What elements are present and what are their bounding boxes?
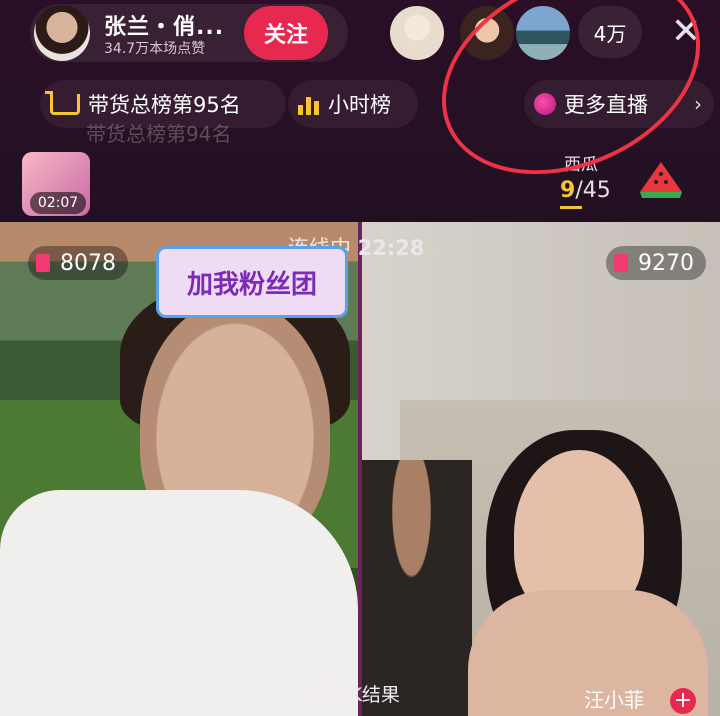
watermelon-progress: 9/45 [560, 178, 611, 203]
watermelon-underline [560, 206, 582, 209]
host-avatar[interactable] [34, 5, 90, 61]
pk-result-label[interactable]: 上场PK结果 [300, 680, 400, 707]
sales-rank-ghost: 带货总榜第94名 [86, 122, 232, 146]
bar-chart-icon [298, 93, 320, 115]
guest-companion [362, 460, 472, 716]
hourly-rank-badge[interactable]: 小时榜 [288, 80, 418, 128]
chevron-right-icon: › [694, 92, 702, 116]
follow-guest-button[interactable]: + [670, 688, 696, 714]
watermelon-icon[interactable] [636, 154, 686, 204]
hourly-rank-label: 小时榜 [328, 93, 391, 117]
guest-score[interactable]: 9270 [606, 246, 706, 280]
fan-badge-icon [36, 254, 50, 272]
host-name[interactable]: 张兰・俏... [104, 9, 224, 41]
join-fan-club-sticker[interactable]: 加我粉丝团 [156, 246, 348, 318]
host-score-value: 8078 [60, 250, 116, 276]
guest-score-value: 9270 [638, 250, 694, 276]
guest-name[interactable]: 汪小菲 [584, 684, 644, 713]
follow-button[interactable]: 关注 [244, 6, 328, 60]
host-score[interactable]: 8078 [28, 246, 128, 280]
sales-rank-label: 带货总榜第95名 [88, 93, 241, 117]
watermelon-current: 9 [560, 178, 576, 203]
host-likes: 34.7万本场点赞 [104, 41, 206, 57]
viewer-avatar[interactable] [390, 6, 444, 60]
cart-icon [45, 90, 80, 115]
pk-timer-value: 22:28 [357, 236, 425, 260]
gift-timer: 02:07 [30, 192, 86, 214]
fan-badge-icon [614, 254, 628, 272]
watermelon-total: /45 [575, 178, 611, 203]
